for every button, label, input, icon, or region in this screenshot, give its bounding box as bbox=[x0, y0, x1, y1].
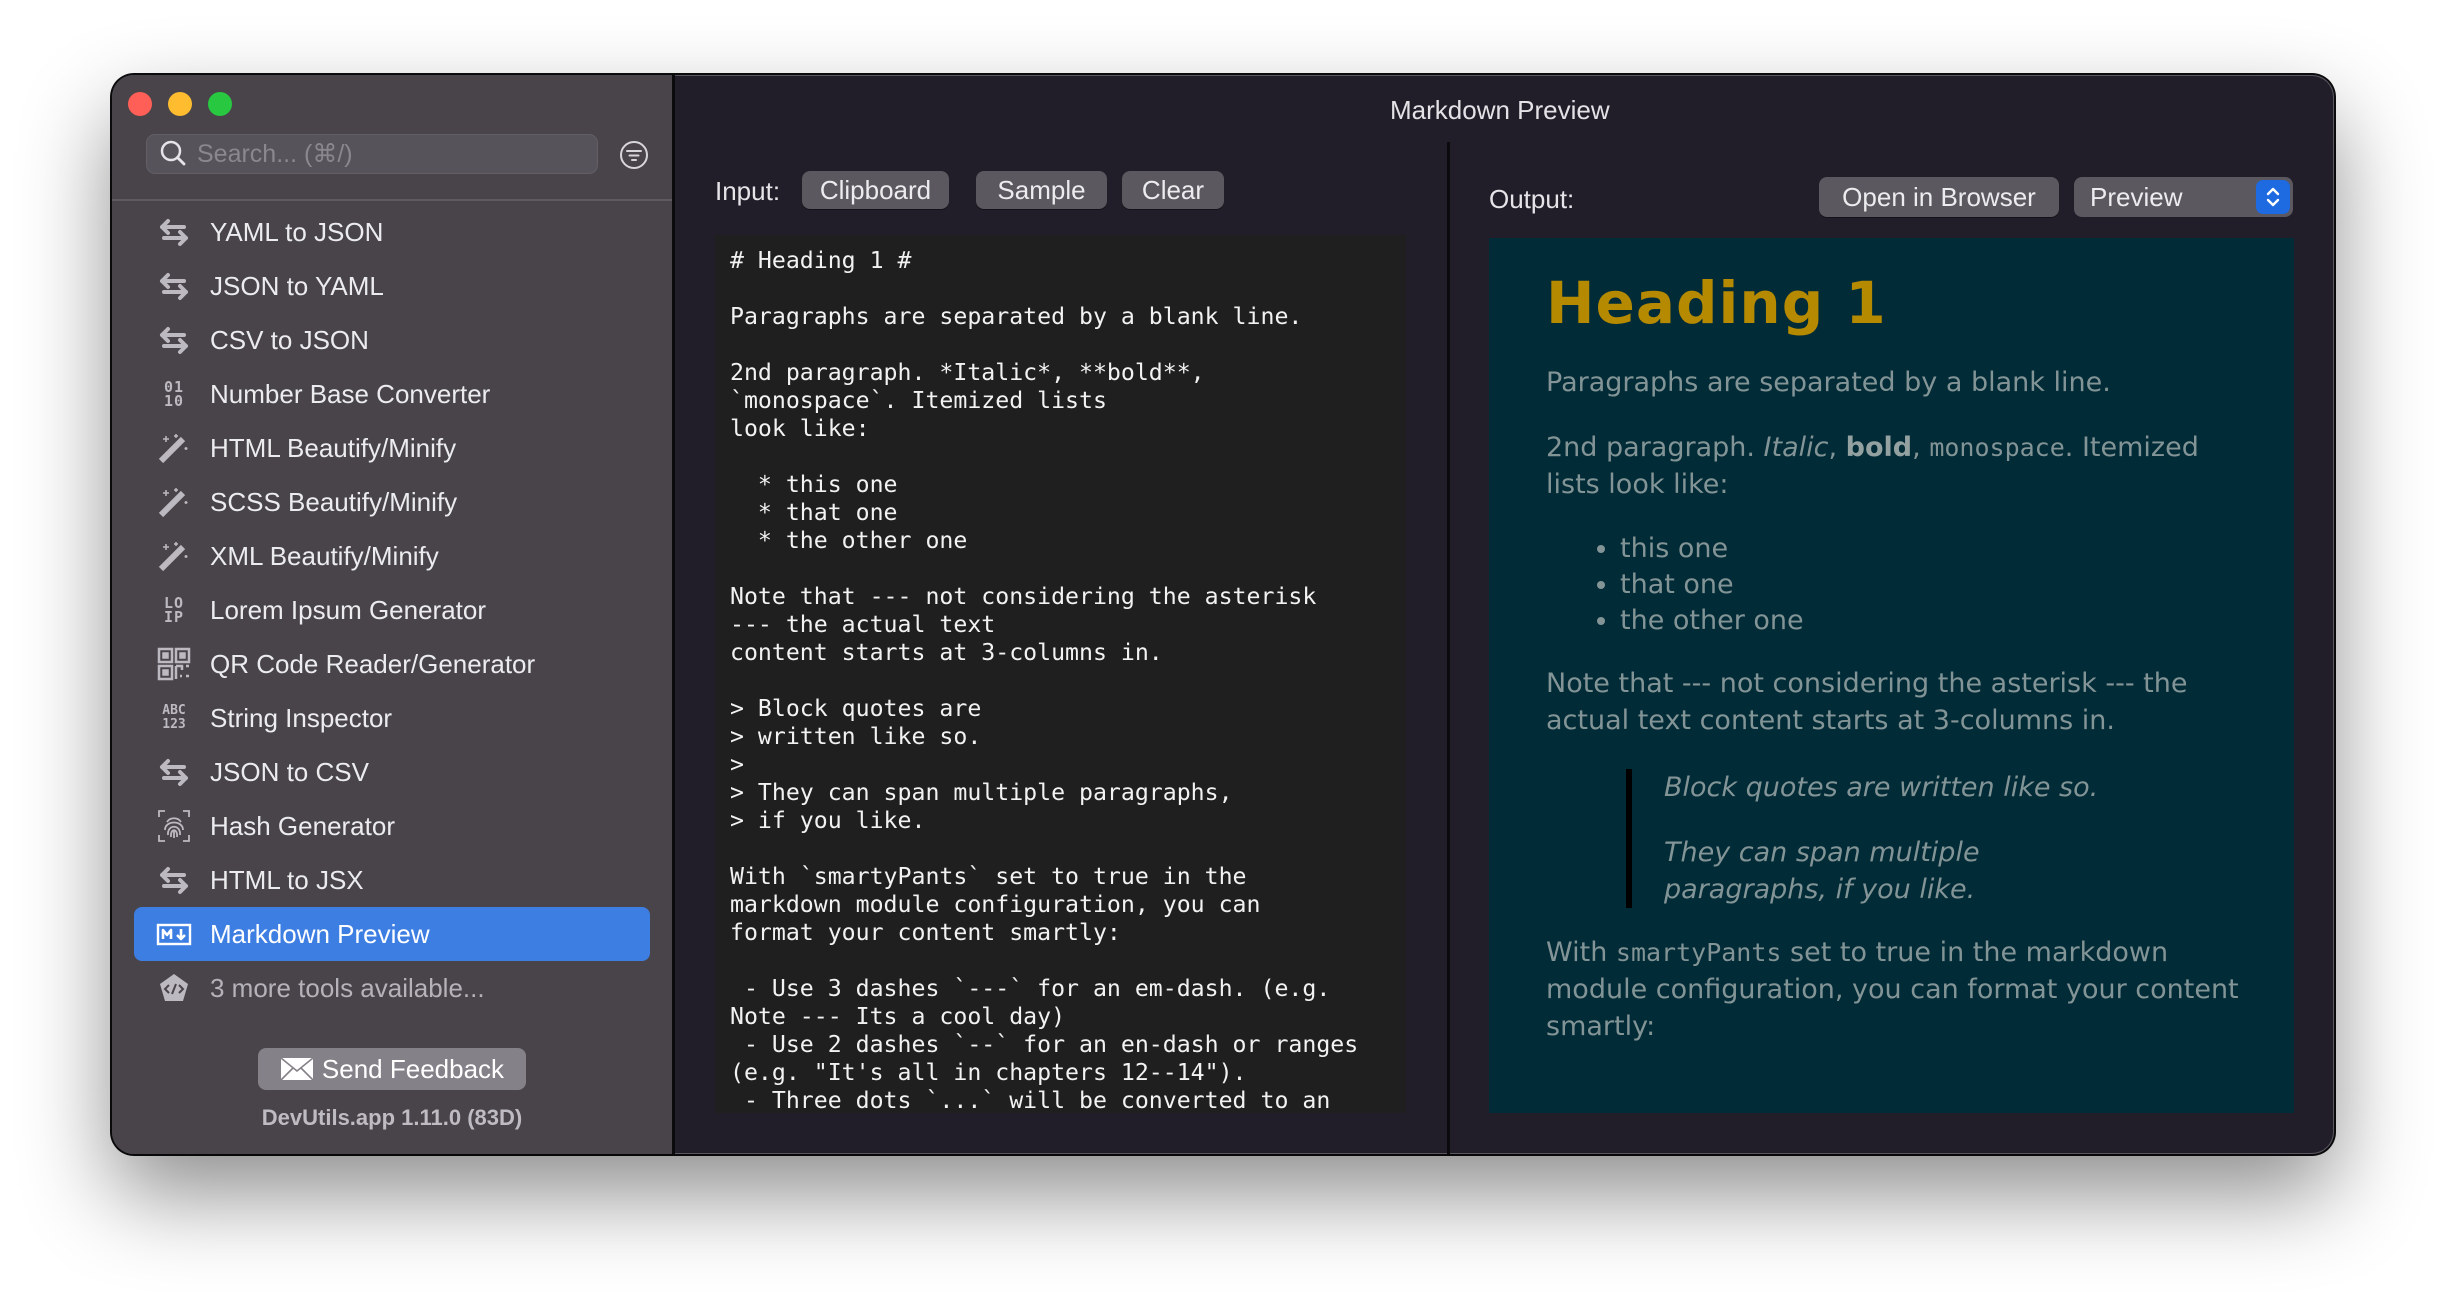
send-feedback-label: Send Feedback bbox=[321, 1053, 505, 1084]
window-minimize-button[interactable] bbox=[168, 92, 192, 116]
sidebar-item-qr-code[interactable]: QR Code Reader/Generator bbox=[134, 637, 650, 691]
preview-paragraph: Note that --- not considering the asteri… bbox=[1546, 668, 2188, 736]
sidebar-item-label: HTML to JSX bbox=[210, 864, 364, 895]
sidebar-item-hash-generator[interactable]: Hash Generator bbox=[134, 799, 650, 853]
text: With bbox=[1546, 937, 1616, 968]
app-window: YAML to JSON JSON to YAML CSV to JSON 01… bbox=[112, 75, 2334, 1154]
arrows-swap-icon bbox=[154, 266, 194, 306]
sidebar-item-label: JSON to CSV bbox=[210, 756, 369, 787]
inline-code: monospace bbox=[1929, 433, 2065, 462]
sidebar-item-csv-to-json[interactable]: CSV to JSON bbox=[134, 313, 650, 367]
sidebar-item-html-to-jsx[interactable]: HTML to JSX bbox=[134, 853, 650, 907]
send-feedback-button[interactable]: Send Feedback bbox=[258, 1048, 526, 1090]
sidebar: YAML to JSON JSON to YAML CSV to JSON 01… bbox=[112, 75, 675, 1154]
markdown-input-editor[interactable]: # Heading 1 # Paragraphs are separated b… bbox=[715, 235, 1406, 1113]
sidebar-item-label: Number Base Converter bbox=[210, 378, 491, 409]
fingerprint-icon bbox=[154, 806, 194, 846]
magic-wand-icon bbox=[154, 428, 194, 468]
preview-content: Heading 1 Paragraphs are separated by a … bbox=[1546, 268, 2254, 1045]
list-item: this one bbox=[1620, 531, 2254, 567]
quote-paragraph: Block quotes are written like so. bbox=[1664, 772, 2099, 803]
clear-button[interactable]: Clear bbox=[1122, 171, 1224, 209]
app-version: DevUtils.app 1.11.0 (83D) bbox=[261, 1105, 523, 1130]
preview-paragraph: 2nd paragraph. Italic, bold, monospace. … bbox=[1546, 429, 2254, 503]
sidebar-item-markdown-preview[interactable]: Markdown Preview bbox=[134, 907, 650, 961]
text: , bbox=[1828, 432, 1846, 463]
search-field[interactable] bbox=[146, 134, 598, 174]
window-zoom-button[interactable] bbox=[208, 92, 232, 116]
sidebar-item-json-to-yaml[interactable]: JSON to YAML bbox=[134, 259, 650, 313]
quote-paragraph: They can span multiple paragraphs, if yo… bbox=[1664, 837, 1980, 905]
sidebar-item-label: QR Code Reader/Generator bbox=[210, 648, 536, 679]
abc-123-icon: ABC 123 bbox=[162, 703, 186, 732]
pane-splitter[interactable] bbox=[1447, 142, 1450, 1154]
chevron-up-down-icon bbox=[2256, 180, 2290, 214]
sidebar-item-label: Lorem Ipsum Generator bbox=[210, 594, 487, 625]
preview-heading-1: Heading 1 bbox=[1546, 269, 1887, 337]
output-mode-select[interactable]: Preview bbox=[2074, 177, 2293, 217]
sidebar-item-xml-beautify[interactable]: XML Beautify/Minify bbox=[134, 529, 650, 583]
magic-wand-icon bbox=[154, 536, 194, 576]
tool-list: YAML to JSON JSON to YAML CSV to JSON 01… bbox=[134, 205, 650, 1015]
arrows-swap-icon bbox=[154, 320, 194, 360]
sidebar-item-json-to-csv[interactable]: JSON to CSV bbox=[134, 745, 650, 799]
more-tools-link[interactable]: 3 more tools available... bbox=[134, 961, 650, 1015]
preview-blockquote: Block quotes are written like so. They c… bbox=[1626, 769, 2124, 908]
sidebar-item-label: Hash Generator bbox=[210, 810, 395, 841]
output-mode-value: Preview bbox=[2090, 181, 2183, 212]
preview-paragraph: Paragraphs are separated by a blank line… bbox=[1546, 367, 2111, 398]
window-title: Markdown Preview bbox=[1390, 95, 1610, 125]
sidebar-item-label: CSV to JSON bbox=[210, 324, 369, 355]
arrows-swap-icon bbox=[154, 752, 194, 792]
output-label: Output: bbox=[1489, 184, 1575, 214]
sidebar-item-label: YAML to JSON bbox=[210, 216, 384, 247]
markdown-preview-pane: Heading 1 Paragraphs are separated by a … bbox=[1489, 238, 2294, 1113]
binary-digits-icon: 01 10 bbox=[163, 378, 185, 410]
text: 2nd paragraph. bbox=[1546, 432, 1764, 463]
sample-button[interactable]: Sample bbox=[976, 171, 1107, 209]
sidebar-item-label: SCSS Beautify/Minify bbox=[210, 486, 458, 517]
preview-paragraph: With smartyPants set to true in the mark… bbox=[1546, 934, 2254, 1045]
sidebar-item-yaml-to-json[interactable]: YAML to JSON bbox=[134, 205, 650, 259]
more-tools-label: 3 more tools available... bbox=[210, 972, 485, 1003]
sidebar-item-number-base-converter[interactable]: 01 10 Number Base Converter bbox=[134, 367, 650, 421]
sidebar-item-label: HTML Beautify/Minify bbox=[210, 432, 457, 463]
open-in-browser-button[interactable]: Open in Browser bbox=[1819, 177, 2059, 217]
magic-wand-icon bbox=[154, 482, 194, 522]
sidebar-item-label: Markdown Preview bbox=[210, 918, 430, 949]
lorem-ipsum-icon: LO IP bbox=[163, 594, 185, 626]
search-input[interactable] bbox=[195, 138, 579, 170]
bold-text: bold bbox=[1845, 432, 1913, 463]
preview-list: this one that one the other one bbox=[1546, 531, 2254, 639]
arrows-swap-icon bbox=[154, 860, 194, 900]
sidebar-item-label: String Inspector bbox=[210, 702, 393, 733]
list-item: the other one bbox=[1620, 603, 2254, 639]
search-icon bbox=[160, 140, 186, 166]
markdown-icon bbox=[154, 914, 194, 954]
qr-code-icon bbox=[154, 644, 194, 684]
markdown-input-text[interactable]: # Heading 1 # Paragraphs are separated b… bbox=[715, 235, 1406, 1113]
envelope-icon bbox=[280, 1057, 314, 1081]
sidebar-item-label: JSON to YAML bbox=[210, 270, 384, 301]
list-item: that one bbox=[1620, 567, 2254, 603]
input-label: Input: bbox=[715, 176, 781, 206]
sidebar-item-label: XML Beautify/Minify bbox=[210, 540, 439, 571]
clipboard-button[interactable]: Clipboard bbox=[802, 171, 949, 209]
sidebar-item-lorem-ipsum[interactable]: LO IP Lorem Ipsum Generator bbox=[134, 583, 650, 637]
arrows-swap-icon bbox=[154, 212, 194, 252]
italic-text: Italic bbox=[1763, 432, 1829, 463]
sidebar-item-scss-beautify[interactable]: SCSS Beautify/Minify bbox=[134, 475, 650, 529]
sidebar-item-string-inspector[interactable]: ABC 123 String Inspector bbox=[134, 691, 650, 745]
sidebar-separator bbox=[112, 199, 672, 201]
code-pentagon-icon bbox=[154, 968, 194, 1008]
inline-code: smartyPants bbox=[1615, 938, 1782, 967]
text: , bbox=[1912, 432, 1930, 463]
sidebar-item-html-beautify[interactable]: HTML Beautify/Minify bbox=[134, 421, 650, 475]
filter-circle-icon[interactable] bbox=[618, 139, 650, 171]
window-close-button[interactable] bbox=[128, 92, 152, 116]
